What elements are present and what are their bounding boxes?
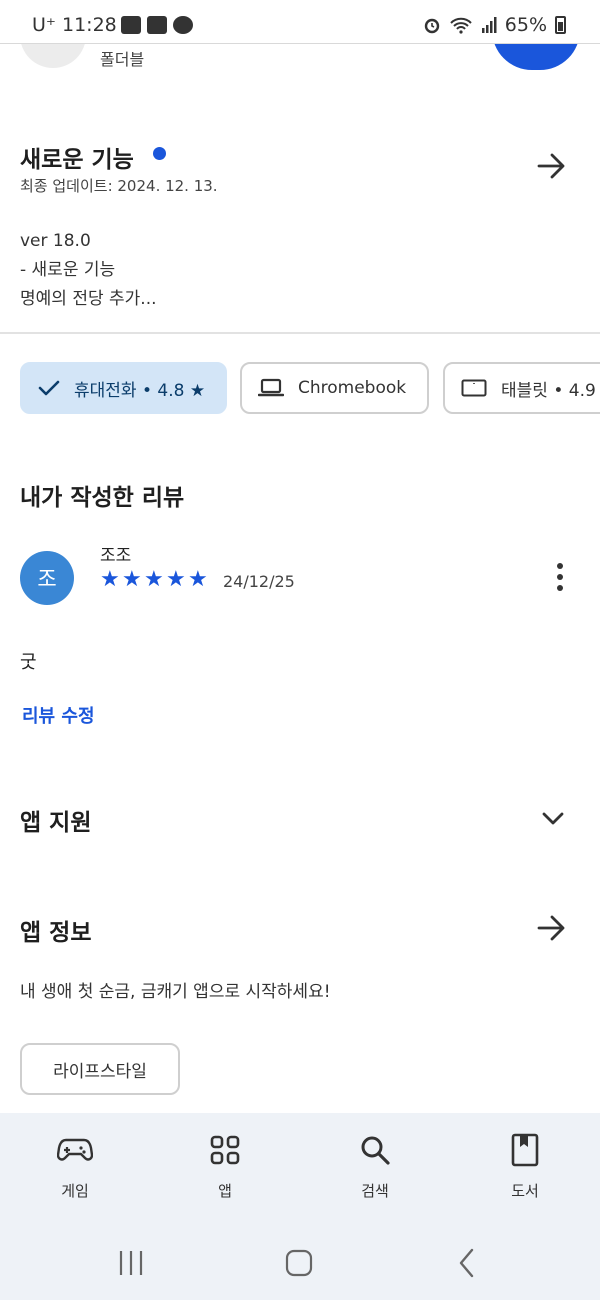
nav-item-books[interactable]: 도서 — [450, 1113, 600, 1228]
section-divider — [0, 332, 600, 334]
device-chip-label: 태블릿 • 4.9 ★ — [501, 380, 600, 401]
whats-new-arrow-button[interactable] — [532, 146, 572, 186]
edit-review-link[interactable]: 리뷰 수정 — [22, 702, 95, 728]
more-dot — [557, 585, 563, 591]
star-icon: ★ — [188, 567, 208, 592]
device-chip-chromebook[interactable]: Chromebook — [240, 362, 429, 414]
gallery-notification-icon — [147, 16, 167, 34]
device-chip-label: 휴대전화 • 4.8 ★ — [74, 380, 206, 401]
status-right: 65% — [423, 14, 566, 36]
app-support-expand-button[interactable] — [536, 802, 570, 836]
system-nav-bar — [0, 1228, 600, 1300]
book-icon — [511, 1132, 539, 1168]
chevron-down-icon — [542, 812, 564, 825]
home-button[interactable] — [279, 1246, 319, 1280]
star-rating: ★ ★ ★ ★ ★ — [100, 567, 210, 593]
star-icon: ★ — [100, 567, 120, 592]
nav-label: 검색 — [361, 1182, 389, 1200]
nav-item-games[interactable]: 게임 — [0, 1113, 150, 1228]
laptop-icon — [258, 378, 284, 398]
nav-label: 게임 — [61, 1182, 89, 1200]
review-text: 굿 — [20, 652, 37, 673]
apps-grid-icon — [210, 1132, 240, 1168]
nav-label: 도서 — [511, 1182, 539, 1200]
app-subtitle: 폴더블 — [100, 50, 145, 69]
star-icon: ★ — [166, 567, 186, 592]
signal-icon — [481, 17, 497, 33]
app-support-title: 앱 지원 — [20, 810, 92, 836]
category-tag[interactable]: 라이프스타일 — [20, 1043, 180, 1095]
arrow-right-icon — [537, 153, 565, 179]
gamepad-icon — [57, 1132, 93, 1168]
app-description: 내 생애 첫 순금, 금캐기 앱으로 시작하세요! — [20, 982, 331, 1002]
bottom-nav: 게임 앱 검색 도서 — [0, 1113, 600, 1228]
notification-app-icon — [121, 16, 141, 34]
reviewer-name: 조조 — [100, 546, 132, 566]
nav-item-apps[interactable]: 앱 — [150, 1113, 300, 1228]
device-chip-tablet[interactable]: 태블릿 • 4.9 ★ — [443, 362, 600, 414]
battery-percent: 65% — [504, 14, 547, 36]
home-icon — [285, 1249, 313, 1277]
whats-new-line: - 새로운 기능 — [20, 260, 116, 280]
back-button[interactable] — [447, 1246, 487, 1280]
review-date: 24/12/25 — [223, 572, 295, 591]
tablet-icon — [461, 379, 487, 397]
check-icon — [38, 379, 60, 397]
whats-new-line: ver 18.0 — [20, 231, 91, 251]
messenger-notification-icon — [173, 16, 193, 34]
whats-new-body: ver 18.0 - 새로운 기능 명예의 전당 추가... — [20, 227, 157, 314]
avatar-letter: 조 — [37, 567, 57, 591]
review-more-button[interactable] — [548, 560, 572, 594]
carrier-label: U⁺ — [32, 14, 56, 36]
app-info-title: 앱 정보 — [20, 920, 92, 946]
last-updated: 최종 업데이트: 2024. 12. 13. — [20, 177, 218, 195]
star-icon: ★ — [122, 567, 142, 592]
star-icon: ★ — [144, 567, 164, 592]
alarm-icon — [424, 18, 439, 34]
new-indicator-dot — [153, 147, 166, 160]
whats-new-title: 새로운 기능 — [20, 147, 134, 173]
nav-label: 앱 — [218, 1182, 232, 1200]
back-icon — [459, 1248, 474, 1278]
notification-icons — [121, 16, 193, 34]
recent-apps-icon — [119, 1251, 143, 1275]
nav-item-search[interactable]: 검색 — [300, 1113, 450, 1228]
avatar: 조 — [20, 551, 74, 605]
device-chip-label: Chromebook — [298, 378, 407, 398]
clock: 11:28 — [62, 14, 117, 36]
device-chip-phone[interactable]: 휴대전화 • 4.8 ★ — [20, 362, 227, 414]
battery-icon — [555, 16, 566, 34]
more-dot — [557, 574, 563, 580]
app-info-arrow-button[interactable] — [532, 908, 572, 948]
my-review-title: 내가 작성한 리뷰 — [20, 485, 185, 511]
wifi-icon — [450, 17, 472, 34]
arrow-right-icon — [537, 915, 565, 941]
more-dot — [557, 563, 563, 569]
search-icon — [359, 1132, 391, 1168]
status-bar: U⁺ 11:28 65% — [0, 0, 600, 44]
recent-apps-button[interactable] — [111, 1246, 151, 1280]
whats-new-line: 명예의 전당 추가... — [20, 289, 157, 309]
